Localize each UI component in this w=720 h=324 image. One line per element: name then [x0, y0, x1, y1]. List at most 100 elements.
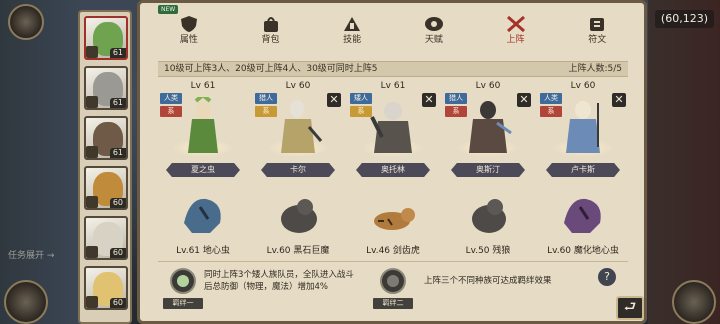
class-icon — [86, 96, 98, 108]
hero-slot[interactable]: Lv 60 人类 系 ✕ 卢卡斯 — [538, 81, 628, 183]
pet-name: Lv.60 黑石巨魔 — [266, 246, 330, 256]
hero-figure — [188, 97, 218, 153]
bond-emblem — [387, 275, 399, 287]
hero-figure — [281, 100, 323, 153]
tab-talent[interactable]: 天赋 — [393, 7, 475, 51]
tab-label: 上阵 — [506, 35, 525, 45]
formation-count: 上阵人数:5/5 — [568, 64, 622, 74]
pet-figure — [472, 199, 506, 233]
map-coordinate: (60,123) — [654, 10, 714, 28]
new-badge: NEW — [158, 5, 179, 14]
hero-slot[interactable]: Lv 60 猎人 系 ✕ 卡尔 — [253, 81, 343, 183]
tab-label: 天赋 — [424, 35, 443, 45]
pet-slot[interactable]: Lv.60 黑石巨魔 — [253, 187, 343, 259]
hero-name-plate: 夏之虫 — [166, 163, 240, 177]
hero-portrait[interactable]: 60 — [84, 216, 128, 260]
class-icon — [86, 146, 98, 158]
hero-portrait[interactable]: 60 — [84, 166, 128, 210]
remove-hero-button[interactable]: ✕ — [517, 93, 531, 107]
bond-two-tag: 羁绊二 — [373, 298, 413, 309]
hero-level: Lv 60 — [570, 81, 596, 91]
pet-name: Lv.61 地心虫 — [176, 246, 230, 256]
right-scenery — [648, 0, 720, 324]
class-icon — [86, 246, 98, 258]
tab-attributes[interactable]: NEW 属性 — [148, 5, 230, 51]
pet-slot[interactable]: Lv.46 剑齿虎 — [348, 187, 438, 259]
back-button[interactable]: ⮐ — [616, 296, 644, 320]
talent-icon — [424, 17, 443, 31]
rune-icon — [590, 18, 605, 31]
tab-bag[interactable]: 背包 — [230, 7, 312, 51]
hero-slot[interactable]: Lv 61 人类 系 夏之虫 — [158, 81, 248, 183]
class-icon — [86, 296, 98, 308]
portrait-level: 60 — [109, 248, 126, 258]
pet-slot[interactable]: Lv.50 残狼 — [443, 187, 533, 259]
hero-name-plate: 卡尔 — [261, 163, 335, 177]
hero-figure — [469, 101, 512, 153]
task-expand-hint[interactable]: 任务展开 → — [8, 248, 54, 261]
pet-name: Lv.50 残狼 — [465, 246, 511, 256]
hero-portrait[interactable]: 60 — [84, 266, 128, 310]
hero-figure — [370, 102, 412, 153]
formation-panel: NEW 属性 背包 技能 天赋 上阵 符文 10级可上阵3人、20级可上阵4人、… — [137, 0, 647, 324]
tab-bar: NEW 属性 背包 技能 天赋 上阵 符文 — [148, 5, 638, 51]
pet-figure — [374, 208, 415, 230]
hero-name-plate: 奥斯汀 — [451, 163, 525, 177]
formation-info-bar: 10级可上阵3人、20级可上阵4人、30级可同时上阵5 上阵人数:5/5 — [158, 61, 628, 77]
pet-slot[interactable]: Lv.60 魔化地心虫 — [538, 187, 628, 259]
bond-section: 羁绊一 同时上阵3个矮人族队员，全队进入战斗 后总防御（物理，魔法）增加4% 羁… — [158, 261, 628, 311]
tab-skills[interactable]: 技能 — [311, 7, 393, 51]
bond-one-line: 后总防御（物理，魔法）增加4% — [204, 282, 328, 292]
help-button[interactable]: ? — [598, 268, 616, 286]
menu-corner-button[interactable] — [4, 280, 48, 324]
pet-figure — [281, 199, 317, 233]
hero-slots: Lv 61 人类 系 夏之虫 Lv 60 猎人 系 ✕ 卡尔 Lv 61 矮人 … — [158, 81, 628, 183]
bond-one-line: 同时上阵3个矮人族队员，全队进入战斗 — [204, 270, 354, 280]
bond-two-icon[interactable] — [380, 268, 406, 294]
tab-label: 符文 — [588, 35, 607, 45]
class-icon — [86, 196, 98, 208]
bond-emblem — [177, 275, 189, 287]
skill-icon — [344, 17, 361, 31]
hero-name-plate: 奥托林 — [356, 163, 430, 177]
bond-one-tag: 羁绊一 — [163, 298, 203, 309]
tab-runes[interactable]: 符文 — [556, 7, 638, 51]
tab-label: 背包 — [261, 35, 280, 45]
remove-hero-button[interactable]: ✕ — [612, 93, 626, 107]
hero-portrait[interactable]: 61 — [84, 66, 128, 110]
bag-icon — [263, 17, 278, 32]
hero-slot[interactable]: Lv 60 猎人 系 ✕ 奥斯汀 — [443, 81, 533, 183]
left-scenery — [0, 0, 80, 324]
tab-formation[interactable]: 上阵 — [475, 7, 557, 51]
hero-portrait[interactable]: 61 — [84, 16, 128, 60]
pet-slot[interactable]: Lv.61 地心虫 — [158, 187, 248, 259]
tab-label: 技能 — [343, 35, 362, 45]
hero-figure — [566, 101, 600, 153]
player-avatar[interactable] — [8, 4, 44, 40]
pet-figure — [564, 198, 601, 233]
class-icon — [86, 46, 98, 58]
map-corner-button[interactable] — [672, 280, 716, 324]
pet-name: Lv.46 剑齿虎 — [366, 246, 420, 256]
portrait-level: 61 — [109, 98, 126, 108]
remove-hero-button[interactable]: ✕ — [327, 93, 341, 107]
remove-hero-button[interactable]: ✕ — [422, 93, 436, 107]
hero-level: Lv 61 — [380, 81, 406, 91]
hero-level: Lv 60 — [475, 81, 501, 91]
bond-one-description: 同时上阵3个矮人族队员，全队进入战斗 后总防御（物理，魔法）增加4% — [204, 269, 354, 293]
hero-slot[interactable]: Lv 61 矮人 系 ✕ 奥托林 — [348, 81, 438, 183]
portrait-level: 60 — [109, 198, 126, 208]
hero-portrait-list: 61 61 61 60 60 60 — [78, 10, 132, 324]
portrait-level: 61 — [109, 48, 126, 58]
tab-label: 属性 — [179, 35, 198, 45]
shield-icon — [180, 16, 197, 32]
pet-name: Lv.60 魔化地心虫 — [547, 246, 619, 256]
hero-portrait[interactable]: 61 — [84, 116, 128, 160]
portrait-level: 60 — [109, 298, 126, 308]
formation-rule-text: 10级可上阵3人、20级可上阵4人、30级可同时上阵5 — [164, 64, 378, 74]
hero-level: Lv 60 — [285, 81, 311, 91]
hero-name-plate: 卢卡斯 — [546, 163, 620, 177]
pet-figure — [184, 198, 221, 233]
swords-icon — [506, 15, 525, 33]
bond-one-icon[interactable] — [170, 268, 196, 294]
